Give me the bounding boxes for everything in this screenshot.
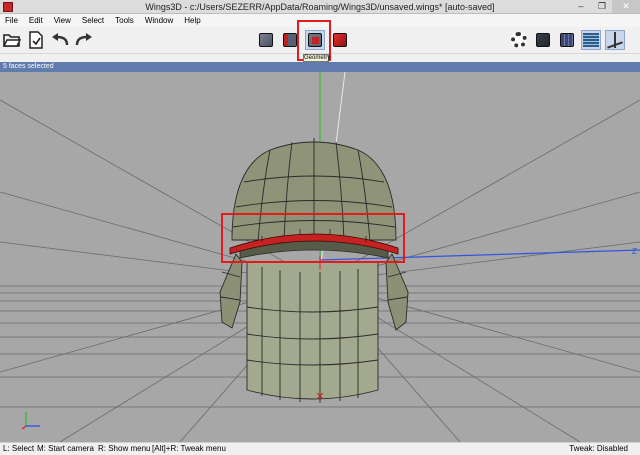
wireframe-icon: [560, 33, 574, 47]
menu-view[interactable]: View: [49, 14, 77, 27]
maximize-button[interactable]: ❐: [591, 0, 613, 13]
ear-flap-right: [385, 253, 409, 331]
status-bar: L: Select M: Start camera R: Show menu […: [0, 442, 640, 455]
menu-window[interactable]: Window: [140, 14, 179, 27]
body-mode-button[interactable]: [330, 30, 350, 50]
ground-grid-button[interactable]: [581, 30, 601, 50]
save-file-icon[interactable]: [26, 30, 46, 50]
smooth-shading-button[interactable]: [533, 30, 553, 50]
menu-select[interactable]: Select: [77, 14, 110, 27]
info-line: 5 faces selected: [0, 62, 640, 72]
wireframe-button[interactable]: [557, 30, 577, 50]
cylinder-body: [246, 261, 379, 403]
menu-edit[interactable]: Edit: [24, 14, 49, 27]
undo-icon[interactable]: [50, 30, 70, 50]
menu-tools[interactable]: Tools: [110, 14, 140, 27]
title-bar: Wings3D - c:/Users/SEZERR/AppData/Roamin…: [0, 0, 640, 14]
minimize-button[interactable]: –: [570, 0, 592, 13]
open-folder-icon[interactable]: [2, 30, 22, 50]
window-title: Wings3D - c:/Users/SEZERR/AppData/Roamin…: [145, 2, 495, 12]
gear-icon: [511, 32, 527, 48]
menu-help[interactable]: Help: [179, 14, 206, 27]
axes-button[interactable]: [605, 30, 625, 50]
ground-grid-icon: [583, 33, 599, 47]
helmet-dome: [231, 138, 397, 243]
menu-file[interactable]: File: [0, 14, 24, 27]
hint-camera: M: Start camera: [37, 444, 94, 453]
tweak-status: Tweak: Disabled: [569, 444, 628, 453]
body-cube-icon: [333, 33, 347, 47]
axis-label-z: Z: [632, 247, 637, 256]
ear-flap-left: [219, 253, 243, 329]
preferences-button[interactable]: [509, 30, 529, 50]
vertex-mode-button[interactable]: [256, 30, 276, 50]
close-button[interactable]: ✕: [612, 0, 640, 13]
vertex-cube-icon: [259, 33, 273, 47]
smooth-shading-icon: [536, 33, 550, 47]
geometry-viewport[interactable]: Z: [0, 72, 640, 442]
edge-cube-icon: [283, 33, 297, 47]
axis-gizmo: [21, 412, 40, 430]
hint-tweak-menu: [Alt]+R: Tweak menu: [152, 444, 226, 453]
axes-icon: [607, 32, 623, 48]
redo-icon[interactable]: [74, 30, 94, 50]
hint-menu: R: Show menu: [98, 444, 151, 453]
viewport-canvas: Z: [0, 72, 640, 442]
tooltip: Geometry: [303, 54, 331, 62]
hint-select: L: Select: [3, 444, 35, 453]
